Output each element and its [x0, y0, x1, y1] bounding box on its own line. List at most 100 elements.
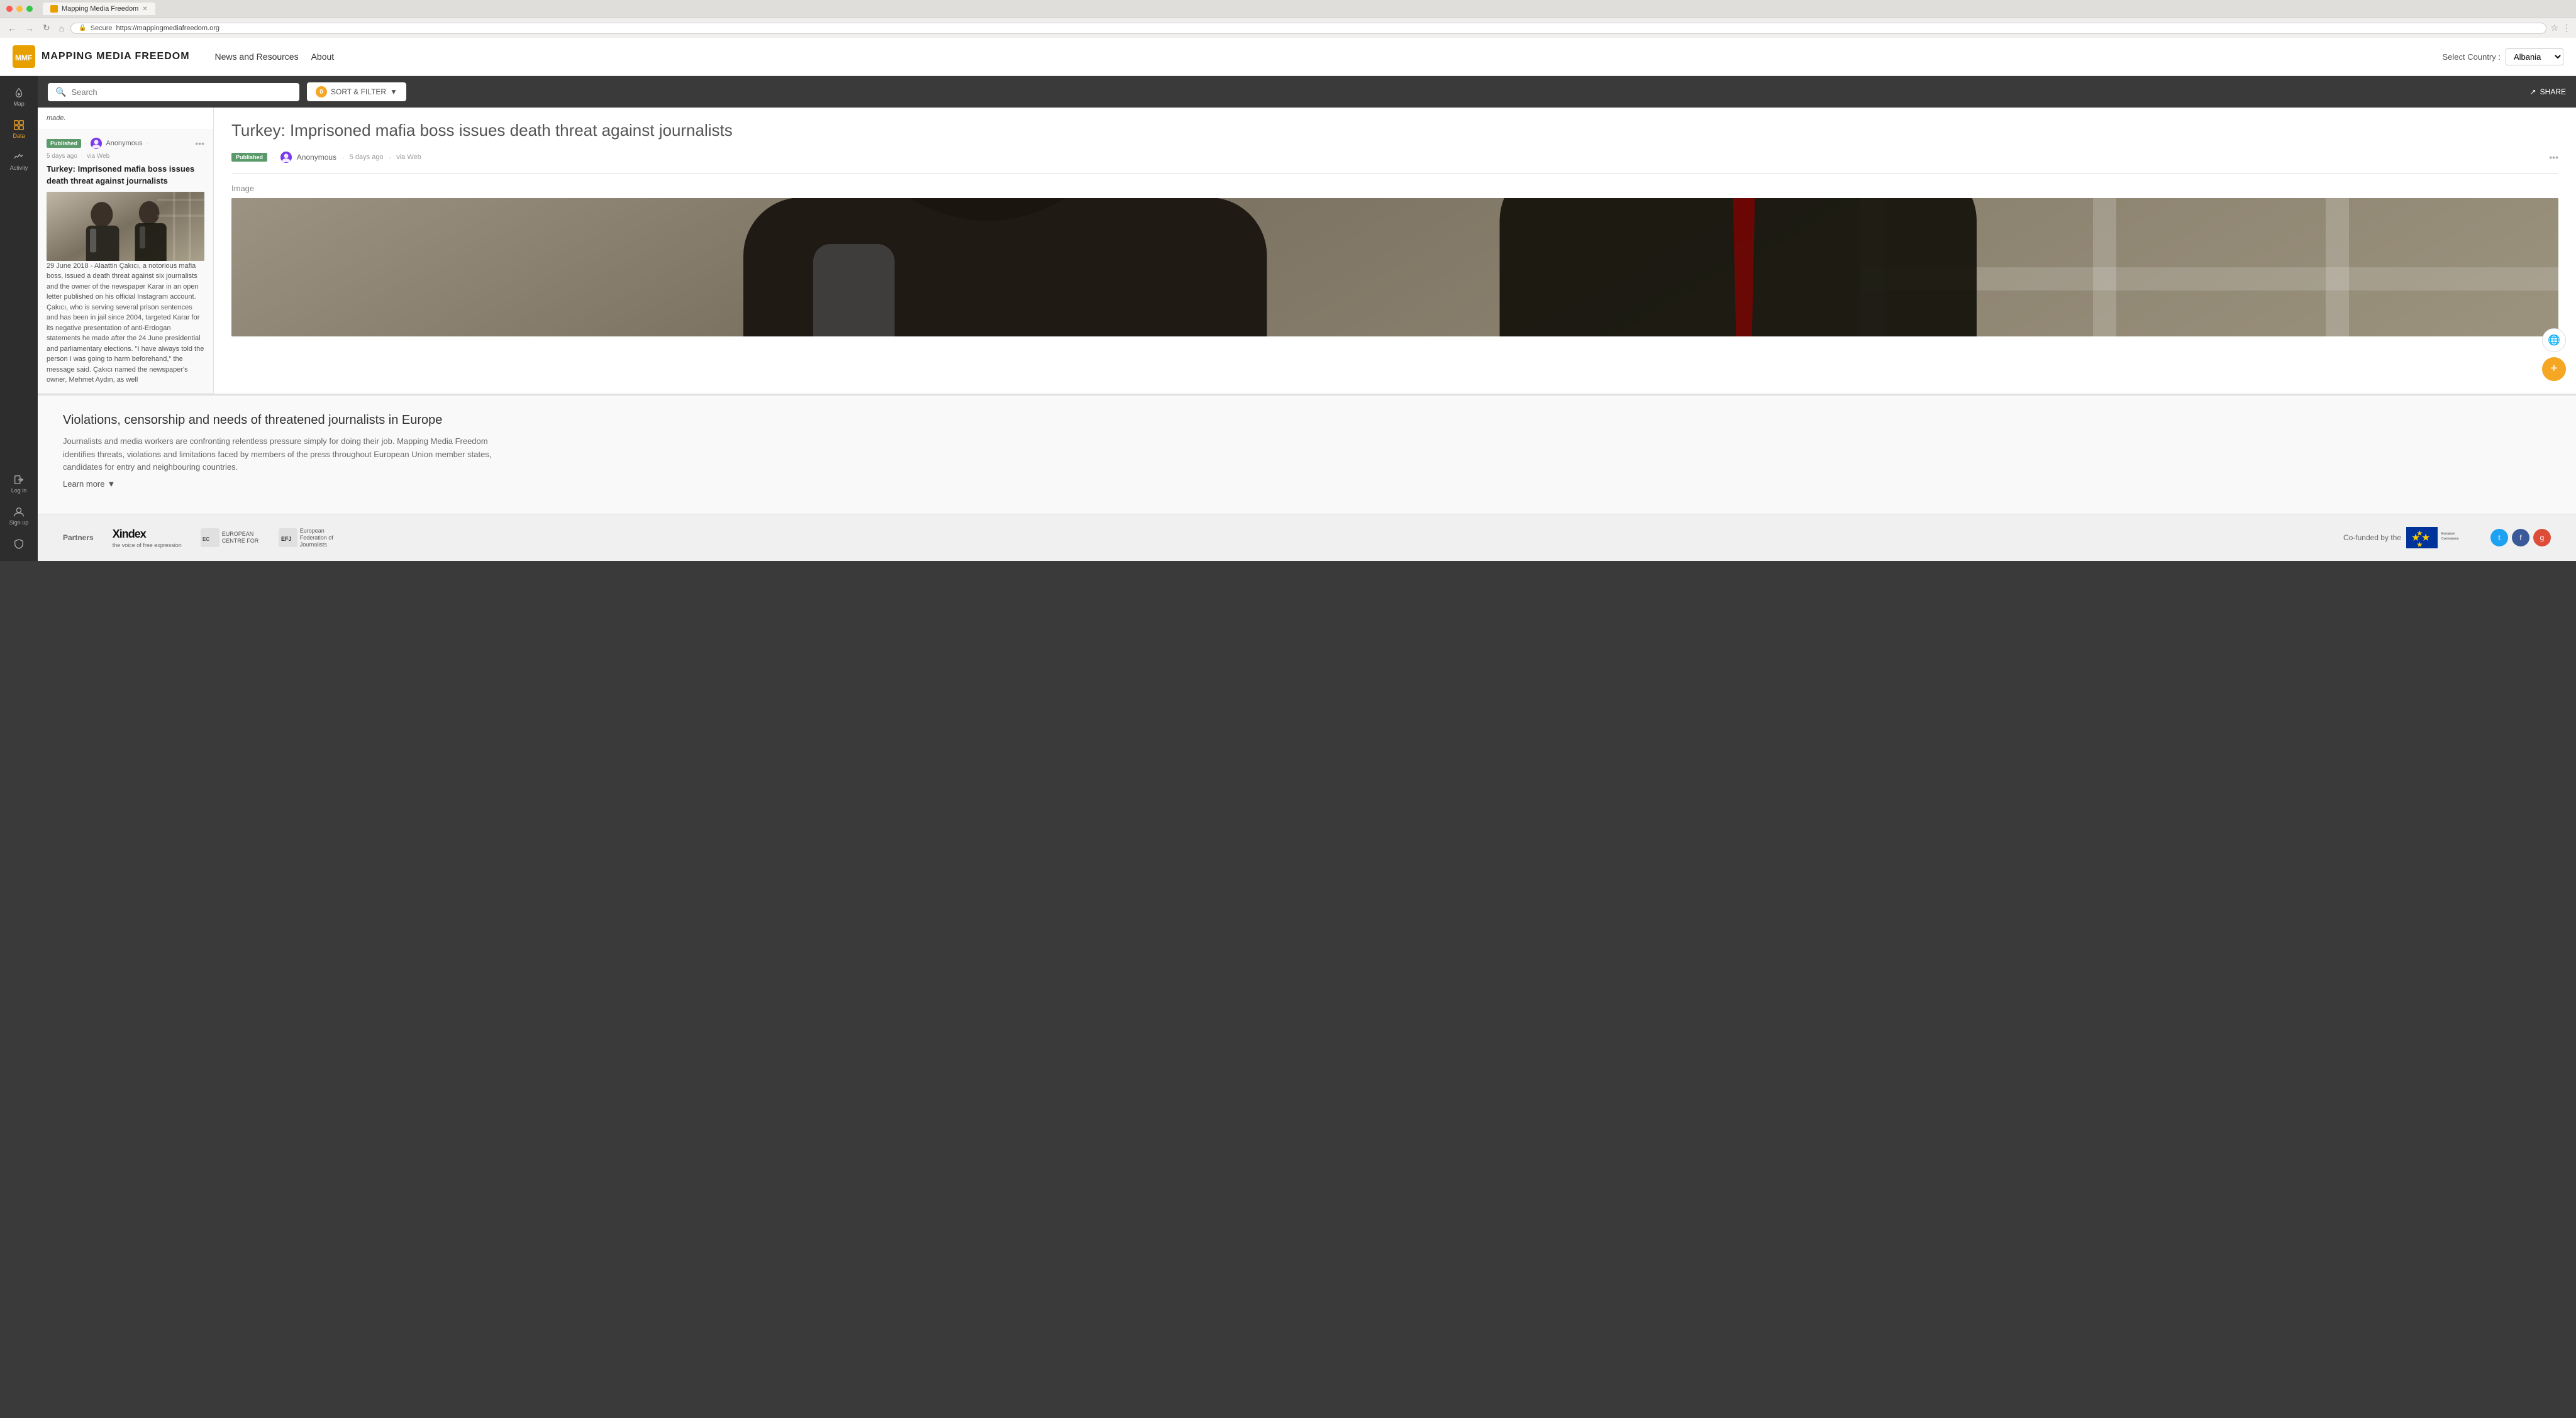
- refresh-btn[interactable]: ↻: [40, 21, 53, 35]
- bottom-section: Violations, censorship and needs of thre…: [38, 394, 2576, 514]
- article-detail: Turkey: Imprisoned mafia boss issues dea…: [214, 108, 2576, 394]
- detail-via: via Web: [396, 153, 421, 161]
- signup-icon: [13, 506, 25, 518]
- partners-label: Partners: [63, 533, 94, 542]
- country-select-label: Select Country :: [2443, 52, 2501, 62]
- european-centre-label: EUROPEAN CENTRE FOR: [222, 531, 260, 545]
- sort-filter-label: SORT & FILTER: [331, 87, 386, 96]
- forward-btn[interactable]: →: [23, 22, 36, 35]
- site-title: MAPPING MEDIA FREEDOM: [42, 51, 190, 62]
- sidebar-map-label: Map: [13, 101, 25, 107]
- cofunded-label: Co-funded by the: [2343, 533, 2401, 542]
- window-close-btn[interactable]: [6, 6, 13, 12]
- browser-chrome: Mapping Media Freedom ✕ ← → ↻ ⌂ 🔒 Secure…: [0, 0, 2576, 38]
- article-author: Anonymous: [106, 140, 142, 147]
- google-plus-icon[interactable]: g: [2533, 529, 2551, 546]
- learn-more-arrow-icon: ▼: [107, 479, 115, 489]
- browser-menu-btn[interactable]: ⋮: [2562, 23, 2571, 33]
- article-list: made. Published ·: [38, 108, 214, 394]
- window-maximize-btn[interactable]: [26, 6, 33, 12]
- detail-more-menu[interactable]: •••: [2549, 152, 2558, 162]
- svg-text:EFJ: EFJ: [281, 536, 292, 542]
- article-source: via Web: [87, 153, 109, 160]
- svg-text:★: ★: [2416, 529, 2423, 538]
- partners-section: Partners Xindex the voice of free expres…: [38, 514, 2576, 561]
- eu-commission-text-icon: European Commission: [2440, 527, 2459, 548]
- two-column-layout: made. Published ·: [38, 108, 2576, 394]
- eu-commission-logo: ★ ★ ★ ★ European Commission: [2406, 527, 2459, 548]
- content-area: Map Data Activity: [0, 76, 2576, 561]
- article-meta: Published · Anonymous ·: [47, 138, 204, 149]
- browser-tab[interactable]: Mapping Media Freedom ✕: [43, 3, 155, 15]
- data-icon: [13, 119, 25, 131]
- sidebar-signup-label: Sign up: [9, 519, 29, 526]
- partner-european-centre: EC EUROPEAN CENTRE FOR: [201, 528, 260, 547]
- search-input-wrapper[interactable]: 🔍: [48, 83, 299, 101]
- learn-more-label: Learn more: [63, 479, 104, 489]
- image-label: Image: [231, 184, 2558, 193]
- article-more-menu[interactable]: •••: [195, 138, 204, 148]
- sort-filter-button[interactable]: 0 SORT & FILTER ▼: [307, 82, 406, 101]
- facebook-icon[interactable]: f: [2512, 529, 2529, 546]
- detail-time: 5 days ago: [350, 153, 384, 161]
- login-icon: [13, 474, 25, 485]
- svg-text:EC: EC: [203, 536, 209, 542]
- browser-titlebar: Mapping Media Freedom ✕: [0, 0, 2576, 18]
- sidebar-item-data[interactable]: Data: [3, 114, 35, 144]
- home-btn[interactable]: ⌂: [57, 22, 67, 35]
- detail-image: [231, 198, 2558, 336]
- sidebar-item-map[interactable]: Map: [3, 82, 35, 112]
- globe-button[interactable]: 🌐: [2542, 328, 2566, 352]
- xindex-tagline: the voice of free expression: [113, 542, 182, 548]
- svg-text:European: European: [2441, 532, 2455, 536]
- article-card[interactable]: Published · Anonymous ·: [38, 130, 213, 393]
- article-thumbnail: [47, 192, 204, 261]
- secure-label: Secure: [91, 25, 113, 32]
- sidebar-item-shield[interactable]: [3, 533, 35, 555]
- add-button[interactable]: +: [2542, 357, 2566, 381]
- bookmark-icon[interactable]: ☆: [2550, 23, 2558, 33]
- violations-title: Violations, censorship and needs of thre…: [63, 413, 2551, 428]
- back-btn[interactable]: ←: [5, 22, 19, 35]
- sidebar-login-label: Log in: [11, 487, 27, 494]
- social-icons: t f g: [2490, 529, 2551, 546]
- nav-about[interactable]: About: [311, 52, 335, 62]
- search-input[interactable]: [71, 87, 292, 97]
- meta-dot-1: ·: [85, 140, 87, 147]
- logo-area: MMF MAPPING MEDIA FREEDOM: [13, 45, 190, 68]
- activity-icon: [13, 152, 25, 163]
- xindex-name: Xindex: [113, 528, 182, 541]
- country-dropdown[interactable]: Albania Turkey Germany France: [2506, 48, 2563, 65]
- main-content: 🔍 0 SORT & FILTER ▼ ↗ SHARE: [38, 76, 2576, 561]
- detail-dot-2: ·: [341, 152, 345, 162]
- tab-close-btn[interactable]: ✕: [142, 6, 147, 13]
- svg-text:★: ★: [2416, 540, 2423, 548]
- mmf-logo-icon: MMF: [13, 45, 35, 68]
- country-select-area: Select Country : Albania Turkey Germany …: [2443, 48, 2564, 65]
- efj-label: European Federation of Journalists: [300, 528, 333, 548]
- detail-anon-avatar: [280, 152, 292, 163]
- detail-author: Anonymous: [297, 153, 336, 162]
- float-buttons: 🌐 +: [2542, 328, 2566, 381]
- sidebar-item-signup[interactable]: Sign up: [3, 501, 35, 531]
- sidebar: Map Data Activity: [0, 76, 38, 561]
- learn-more-link[interactable]: Learn more ▼: [63, 479, 115, 489]
- share-label: SHARE: [2540, 87, 2566, 96]
- filter-count: 0: [316, 86, 327, 97]
- meta-dot-3: ·: [81, 153, 83, 160]
- tab-title: Mapping Media Freedom: [62, 5, 138, 13]
- detail-meta: Published · Anonymous · 5 days ago: [231, 152, 2558, 174]
- partner-xindex: Xindex the voice of free expression: [113, 528, 182, 548]
- share-button[interactable]: ↗ SHARE: [2530, 87, 2566, 96]
- article-time-meta: 5 days ago · via Web: [47, 153, 204, 160]
- nav-news-resources[interactable]: News and Resources: [215, 52, 299, 62]
- sidebar-item-login[interactable]: Log in: [3, 469, 35, 499]
- twitter-icon[interactable]: t: [2490, 529, 2508, 546]
- sort-filter-chevron-icon: ▼: [390, 87, 397, 96]
- eu-flag-icon: ★ ★ ★ ★: [2406, 527, 2438, 548]
- window-minimize-btn[interactable]: [16, 6, 23, 12]
- tab-favicon: [50, 5, 58, 13]
- address-url: https://mappingmediafreedom.org: [116, 25, 219, 32]
- address-bar[interactable]: 🔒 Secure https://mappingmediafreedom.org: [70, 23, 2546, 34]
- sidebar-item-activity[interactable]: Activity: [3, 147, 35, 176]
